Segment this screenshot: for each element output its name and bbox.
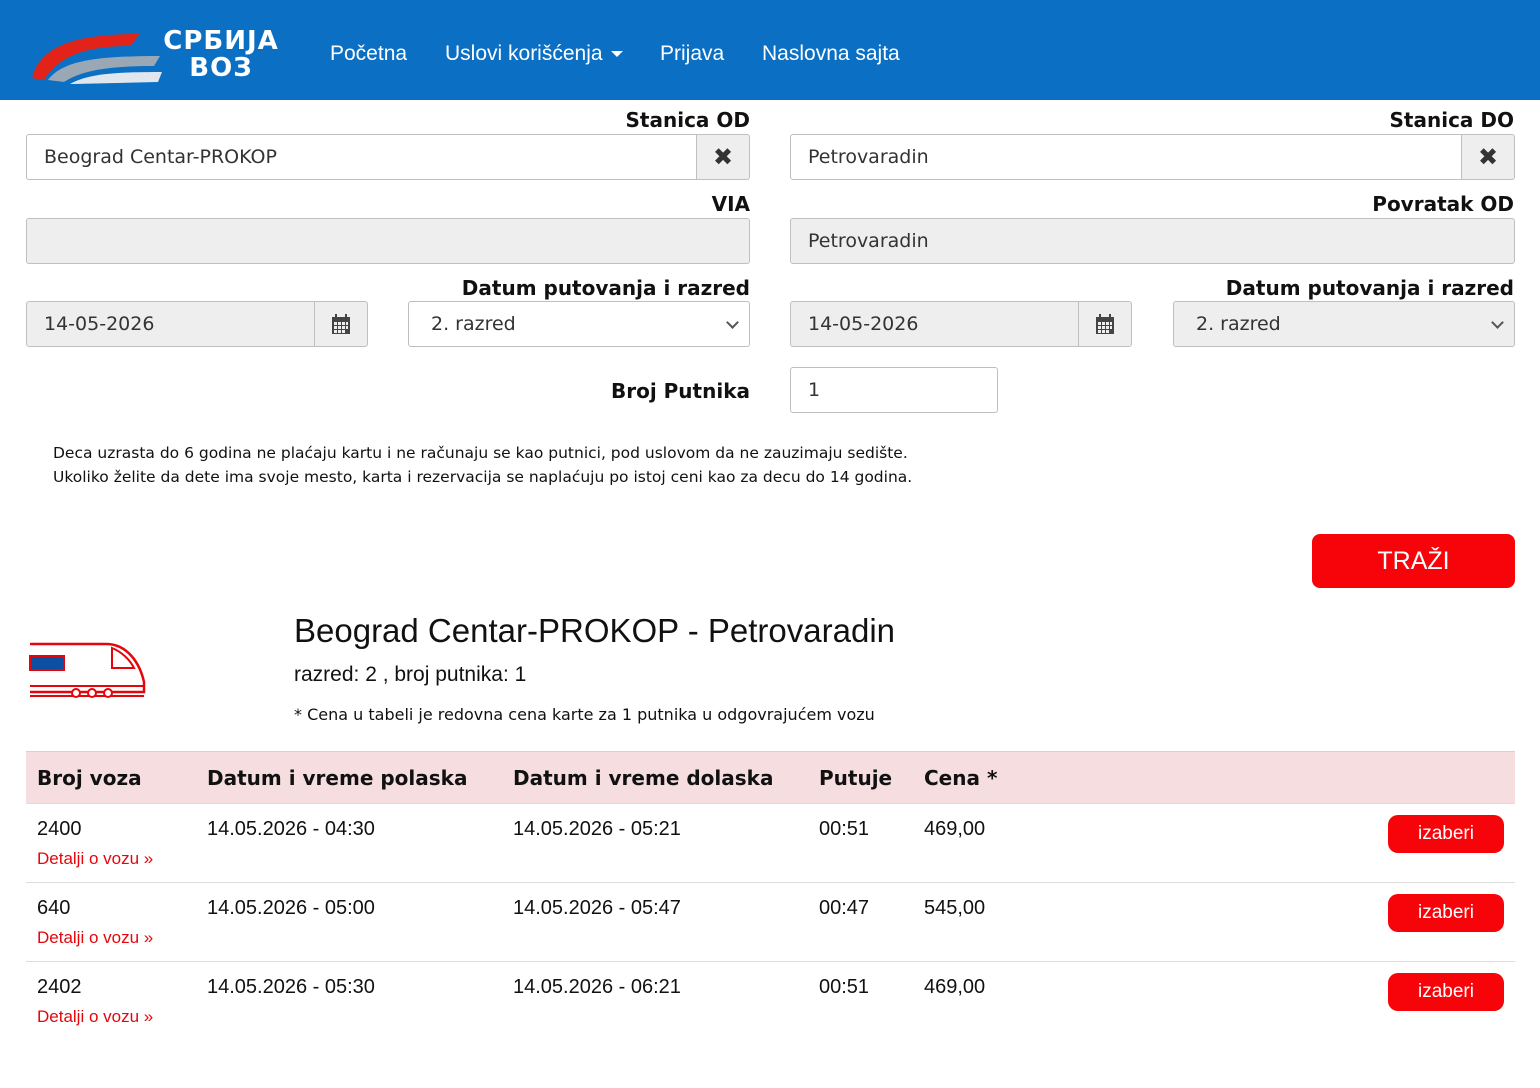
chevron-down-icon [726,316,739,329]
travel-duration: 00:51 [819,818,870,840]
train-details-link[interactable]: Detalji o vozu » [37,928,153,948]
col-departure: Datum i vreme polaska [207,766,468,790]
return-class-select[interactable]: 2. razred [1173,301,1515,347]
col-price: Cena * [924,766,998,790]
return-date-calendar-button[interactable] [1078,301,1132,347]
passengers-input[interactable]: 1 [790,367,998,413]
return-from-label: Povratak OD [1372,192,1514,216]
train-details-link[interactable]: Detalji o vozu » [37,849,153,869]
to-station-label: Stanica DO [1389,108,1514,132]
col-train-number: Broj voza [37,766,142,790]
ticket-price: 469,00 [924,976,986,998]
search-button[interactable]: TRAŽI [1312,534,1515,588]
times-icon: ✖ [712,143,734,171]
ticket-price: 545,00 [924,897,986,919]
table-header: Broj voza Datum i vreme polaska Datum i … [26,751,1515,803]
srbija-voz-logo[interactable]: СРБИЈА ВОЗ [30,28,285,88]
departure-time: 14.05.2026 - 04:30 [207,818,375,840]
nav-item-pocetna[interactable]: Početna [330,42,407,66]
return-class-select-value: 2. razred [1196,313,1281,335]
class-select-value: 2. razred [431,313,516,335]
travel-duration: 00:51 [819,976,870,998]
train-number: 2402 [37,976,82,998]
calendar-icon [1096,314,1114,334]
results-table: Broj voza Datum i vreme polaska Datum i … [26,751,1515,1040]
class-select[interactable]: 2. razred [408,301,750,347]
travel-date-calendar-button[interactable] [314,301,368,347]
to-station-input[interactable]: Petrovaradin [790,134,1462,180]
train-icon [29,642,146,698]
select-train-button[interactable]: izaberi [1388,815,1504,853]
table-row: 640 Detalji o vozu » 14.05.2026 - 05:00 … [26,882,1515,961]
table-row: 2402 Detalji o vozu » 14.05.2026 - 05:30… [26,961,1515,1040]
ticket-price: 469,00 [924,818,986,840]
col-duration: Putuje [819,766,893,790]
calendar-icon [332,314,350,334]
price-note: * Cena u tabeli je redovna cena karte za… [294,705,875,724]
return-date-input[interactable]: 14-05-2026 [790,301,1080,347]
navbar: СРБИЈА ВОЗ Početna Uslovi korišćenja Pri… [0,0,1540,100]
travel-date-label: Datum putovanja i razred [461,276,750,300]
via-input[interactable] [26,218,750,264]
nav-item-uslovi-label: Uslovi korišćenja [445,42,603,65]
route-subtitle: razred: 2 , broj putnika: 1 [294,663,527,686]
children-note-line2: Ukoliko želite da dete ima svoje mesto, … [53,468,913,486]
route-title: Beograd Centar-PROKOP - Petrovaradin [294,612,896,649]
col-arrival: Datum i vreme dolaska [513,766,774,790]
select-train-button[interactable]: izaberi [1388,894,1504,932]
return-date-label: Datum putovanja i razred [1225,276,1514,300]
table-row: 2400 Detalji o vozu » 14.05.2026 - 04:30… [26,803,1515,882]
logo-line1: СРБИЈА [163,26,279,56]
logo-swoosh-icon [32,34,162,84]
children-note-line1: Deca uzrasta do 6 godina ne plaćaju kart… [53,444,908,462]
children-note: Deca uzrasta do 6 godina ne plaćaju kart… [53,441,912,489]
from-station-input[interactable]: Beograd Centar-PROKOP [26,134,698,180]
caret-down-icon [610,51,623,58]
return-from-input[interactable]: Petrovaradin [790,218,1515,264]
clear-from-button[interactable]: ✖ [696,134,750,180]
nav-item-naslovna[interactable]: Naslovna sajta [762,42,900,66]
arrival-time: 14.05.2026 - 06:21 [513,976,681,998]
train-number: 640 [37,897,71,919]
clear-to-button[interactable]: ✖ [1461,134,1515,180]
departure-time: 14.05.2026 - 05:30 [207,976,375,998]
times-icon: ✖ [1477,143,1499,171]
nav-item-uslovi[interactable]: Uslovi korišćenja [445,42,623,66]
train-details-link[interactable]: Detalji o vozu » [37,1007,153,1027]
from-station-label: Stanica OD [625,108,750,132]
select-train-button[interactable]: izaberi [1388,973,1504,1011]
passengers-label: Broj Putnika [610,379,750,403]
arrival-time: 14.05.2026 - 05:47 [513,897,681,919]
travel-date-input[interactable]: 14-05-2026 [26,301,316,347]
travel-duration: 00:47 [819,897,870,919]
train-number: 2400 [37,818,82,840]
arrival-time: 14.05.2026 - 05:21 [513,818,681,840]
nav-item-prijava[interactable]: Prijava [660,42,724,66]
departure-time: 14.05.2026 - 05:00 [207,897,375,919]
logo-line2: ВОЗ [189,53,253,83]
via-label: VIA [711,192,750,216]
chevron-down-icon [1491,316,1504,329]
